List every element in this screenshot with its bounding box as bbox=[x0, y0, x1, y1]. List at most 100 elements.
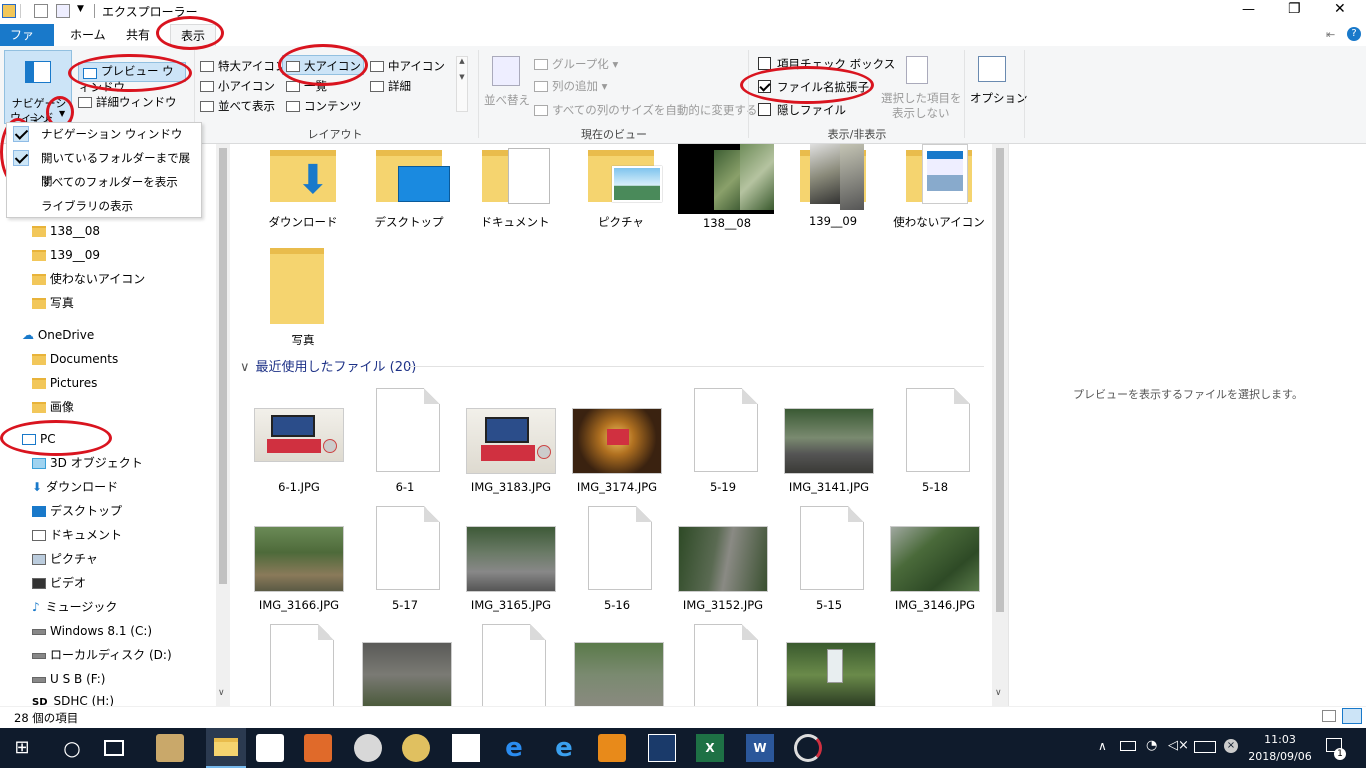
file-item[interactable]: 6-1.JPG bbox=[246, 388, 352, 496]
start-windows-icon[interactable]: ⊞ bbox=[8, 734, 36, 762]
excel-icon[interactable]: X bbox=[696, 734, 724, 762]
app-icon[interactable] bbox=[794, 734, 822, 762]
options-button[interactable]: オプション bbox=[970, 90, 1028, 106]
nav-item-pictures[interactable]: ピクチャ bbox=[32, 548, 98, 570]
store-icon[interactable] bbox=[256, 734, 284, 762]
nav-item-music[interactable]: ♪ ミュージック bbox=[32, 596, 117, 618]
file-item[interactable]: IMG_3183.JPG bbox=[458, 388, 564, 496]
folder-item[interactable]: ピクチャ bbox=[568, 144, 674, 244]
maximize-button[interactable]: ❐ bbox=[1288, 1, 1301, 17]
sort-button[interactable]: 並べ替え bbox=[484, 92, 530, 108]
layout-small[interactable]: 小アイコン bbox=[200, 78, 275, 94]
layout-extra-large[interactable]: 特大アイコン bbox=[200, 58, 286, 74]
folder-item[interactable]: 写真 bbox=[250, 244, 356, 347]
folder-item[interactable]: 138__08 bbox=[674, 144, 780, 244]
chevron-up-icon[interactable]: ∧ bbox=[1098, 739, 1107, 753]
tab-share[interactable]: 共有 bbox=[116, 24, 160, 46]
blank-file-icon[interactable] bbox=[482, 624, 546, 706]
nav-item-drive-c[interactable]: Windows 8.1 (C:) bbox=[32, 620, 152, 642]
layout-list[interactable]: 一覧 bbox=[286, 78, 327, 94]
photo-thumbnail[interactable] bbox=[574, 642, 664, 706]
nav-item-pc[interactable]: PC bbox=[22, 428, 56, 450]
hide-selected-label-1[interactable]: 選択した項目を bbox=[881, 90, 962, 106]
nav-item-desktop[interactable]: デスクトップ bbox=[32, 500, 122, 522]
nav-item-folder[interactable]: 139__09 bbox=[32, 244, 100, 266]
photo-thumbnail[interactable] bbox=[362, 642, 452, 706]
paint-palette-icon[interactable] bbox=[354, 734, 382, 762]
pin-ribbon-icon[interactable]: ⇤ bbox=[1326, 28, 1335, 41]
volume-muted-icon[interactable]: ◁× bbox=[1168, 738, 1189, 753]
help-icon[interactable]: ? bbox=[1347, 27, 1361, 41]
folder-item[interactable]: デスクトップ bbox=[356, 144, 462, 244]
scroll-down-icon[interactable]: ∨ bbox=[218, 688, 225, 698]
task-view-icon[interactable] bbox=[104, 740, 124, 756]
nav-pane-button[interactable]: ナビゲーション ウィンドウ ▼ bbox=[4, 50, 72, 140]
nav-item-folder[interactable]: 使わないアイコン bbox=[32, 268, 145, 290]
app-icon[interactable] bbox=[598, 734, 626, 762]
nav-item-folder[interactable]: Pictures bbox=[32, 372, 97, 394]
file-item[interactable]: IMG_3152.JPG bbox=[670, 506, 776, 614]
size-columns-button[interactable]: すべての列のサイズを自動的に変更する bbox=[534, 102, 757, 118]
content-scroll-thumb[interactable] bbox=[996, 148, 1004, 612]
preview-pane-button[interactable]: プレビュー ウィンドウ bbox=[78, 62, 186, 94]
app-icon[interactable] bbox=[156, 734, 184, 762]
tab-file[interactable]: ファイル bbox=[0, 24, 54, 64]
file-explorer-taskbar-button[interactable] bbox=[206, 728, 246, 768]
large-icons-view-icon[interactable] bbox=[1342, 708, 1362, 724]
toolbox-icon[interactable] bbox=[304, 734, 332, 762]
blank-file-icon[interactable] bbox=[270, 624, 334, 706]
nav-item-folder[interactable]: 写真 bbox=[32, 292, 74, 314]
file-extensions-checkbox[interactable] bbox=[758, 80, 771, 93]
nav-item-folder[interactable]: 画像 bbox=[32, 396, 74, 418]
hide-selected-label-2[interactable]: 表示しない bbox=[892, 105, 950, 121]
file-item[interactable]: IMG_3166.JPG bbox=[246, 506, 352, 614]
nav-item-drive-f[interactable]: U S B (F:) bbox=[32, 668, 105, 690]
file-item[interactable]: IMG_3141.JPG bbox=[776, 388, 882, 496]
file-item[interactable]: 5-19 bbox=[670, 388, 776, 496]
clock-time[interactable]: 11:03 bbox=[1252, 733, 1308, 746]
file-item[interactable]: IMG_3146.JPG bbox=[882, 506, 988, 614]
file-item[interactable]: 5-15 bbox=[776, 506, 882, 614]
layout-medium[interactable]: 中アイコン bbox=[370, 58, 445, 74]
dropdown-item-nav-pane[interactable]: ナビゲーション ウィンドウ bbox=[7, 123, 201, 146]
sticky-notes-icon[interactable] bbox=[452, 734, 480, 762]
ime-icon[interactable]: × bbox=[1224, 739, 1238, 753]
nav-item-downloads[interactable]: ⬇ ダウンロード bbox=[32, 476, 118, 498]
item-checkboxes-checkbox[interactable] bbox=[758, 57, 771, 70]
nav-item-folder[interactable]: 138__08 bbox=[32, 220, 100, 242]
blank-file-icon[interactable] bbox=[694, 624, 758, 706]
dropdown-item-show-all[interactable]: すべてのフォルダーを表示 bbox=[7, 171, 201, 194]
file-item[interactable]: 5-18 bbox=[882, 388, 988, 496]
nav-item-folder[interactable]: Documents bbox=[32, 348, 118, 370]
nav-item-drive-h[interactable]: SD SDHC (H:) bbox=[32, 690, 114, 706]
nav-scroll-thumb[interactable] bbox=[219, 148, 227, 584]
explorer-app-icon[interactable] bbox=[2, 4, 16, 18]
app-icon[interactable] bbox=[648, 734, 676, 762]
new-folder-icon[interactable] bbox=[56, 4, 70, 18]
tab-view[interactable]: 表示 bbox=[170, 24, 217, 46]
edge-icon[interactable]: e bbox=[500, 734, 528, 762]
group-by-button[interactable]: グループ化 ▾ bbox=[534, 56, 618, 72]
palette-icon[interactable] bbox=[402, 734, 430, 762]
folder-item[interactable]: 139__09 bbox=[780, 144, 886, 244]
add-columns-button[interactable]: 列の追加 ▾ bbox=[534, 78, 607, 94]
photo-thumbnail[interactable] bbox=[786, 642, 876, 706]
file-item[interactable]: IMG_3165.JPG bbox=[458, 506, 564, 614]
file-item[interactable]: IMG_3174.JPG bbox=[564, 388, 670, 496]
nav-item-documents[interactable]: ドキュメント bbox=[32, 524, 122, 546]
nav-item-drive-d[interactable]: ローカルディスク (D:) bbox=[32, 644, 172, 666]
dropdown-item-libraries[interactable]: ライブラリの表示 bbox=[7, 195, 201, 218]
folder-item[interactable]: ドキュメント bbox=[462, 144, 568, 244]
content-scrollbar[interactable]: ∨ bbox=[992, 144, 1008, 706]
file-item[interactable]: 6-1 bbox=[352, 388, 458, 496]
minimize-button[interactable]: — bbox=[1242, 2, 1255, 17]
dropdown-item-expand[interactable]: 開いているフォルダーまで展開 bbox=[7, 147, 201, 188]
layout-tiles[interactable]: 並べて表示 bbox=[200, 98, 275, 114]
file-item[interactable]: 5-16 bbox=[564, 506, 670, 614]
word-icon[interactable]: W bbox=[746, 734, 774, 762]
clock-date[interactable]: 2018/09/06 bbox=[1246, 750, 1314, 763]
properties-icon[interactable] bbox=[34, 4, 48, 18]
nav-item-onedrive[interactable]: ☁ OneDrive bbox=[22, 324, 94, 346]
battery-icon[interactable] bbox=[1120, 741, 1136, 751]
recent-files-header[interactable]: ∨ 最近使用したファイル (20) bbox=[240, 356, 416, 375]
